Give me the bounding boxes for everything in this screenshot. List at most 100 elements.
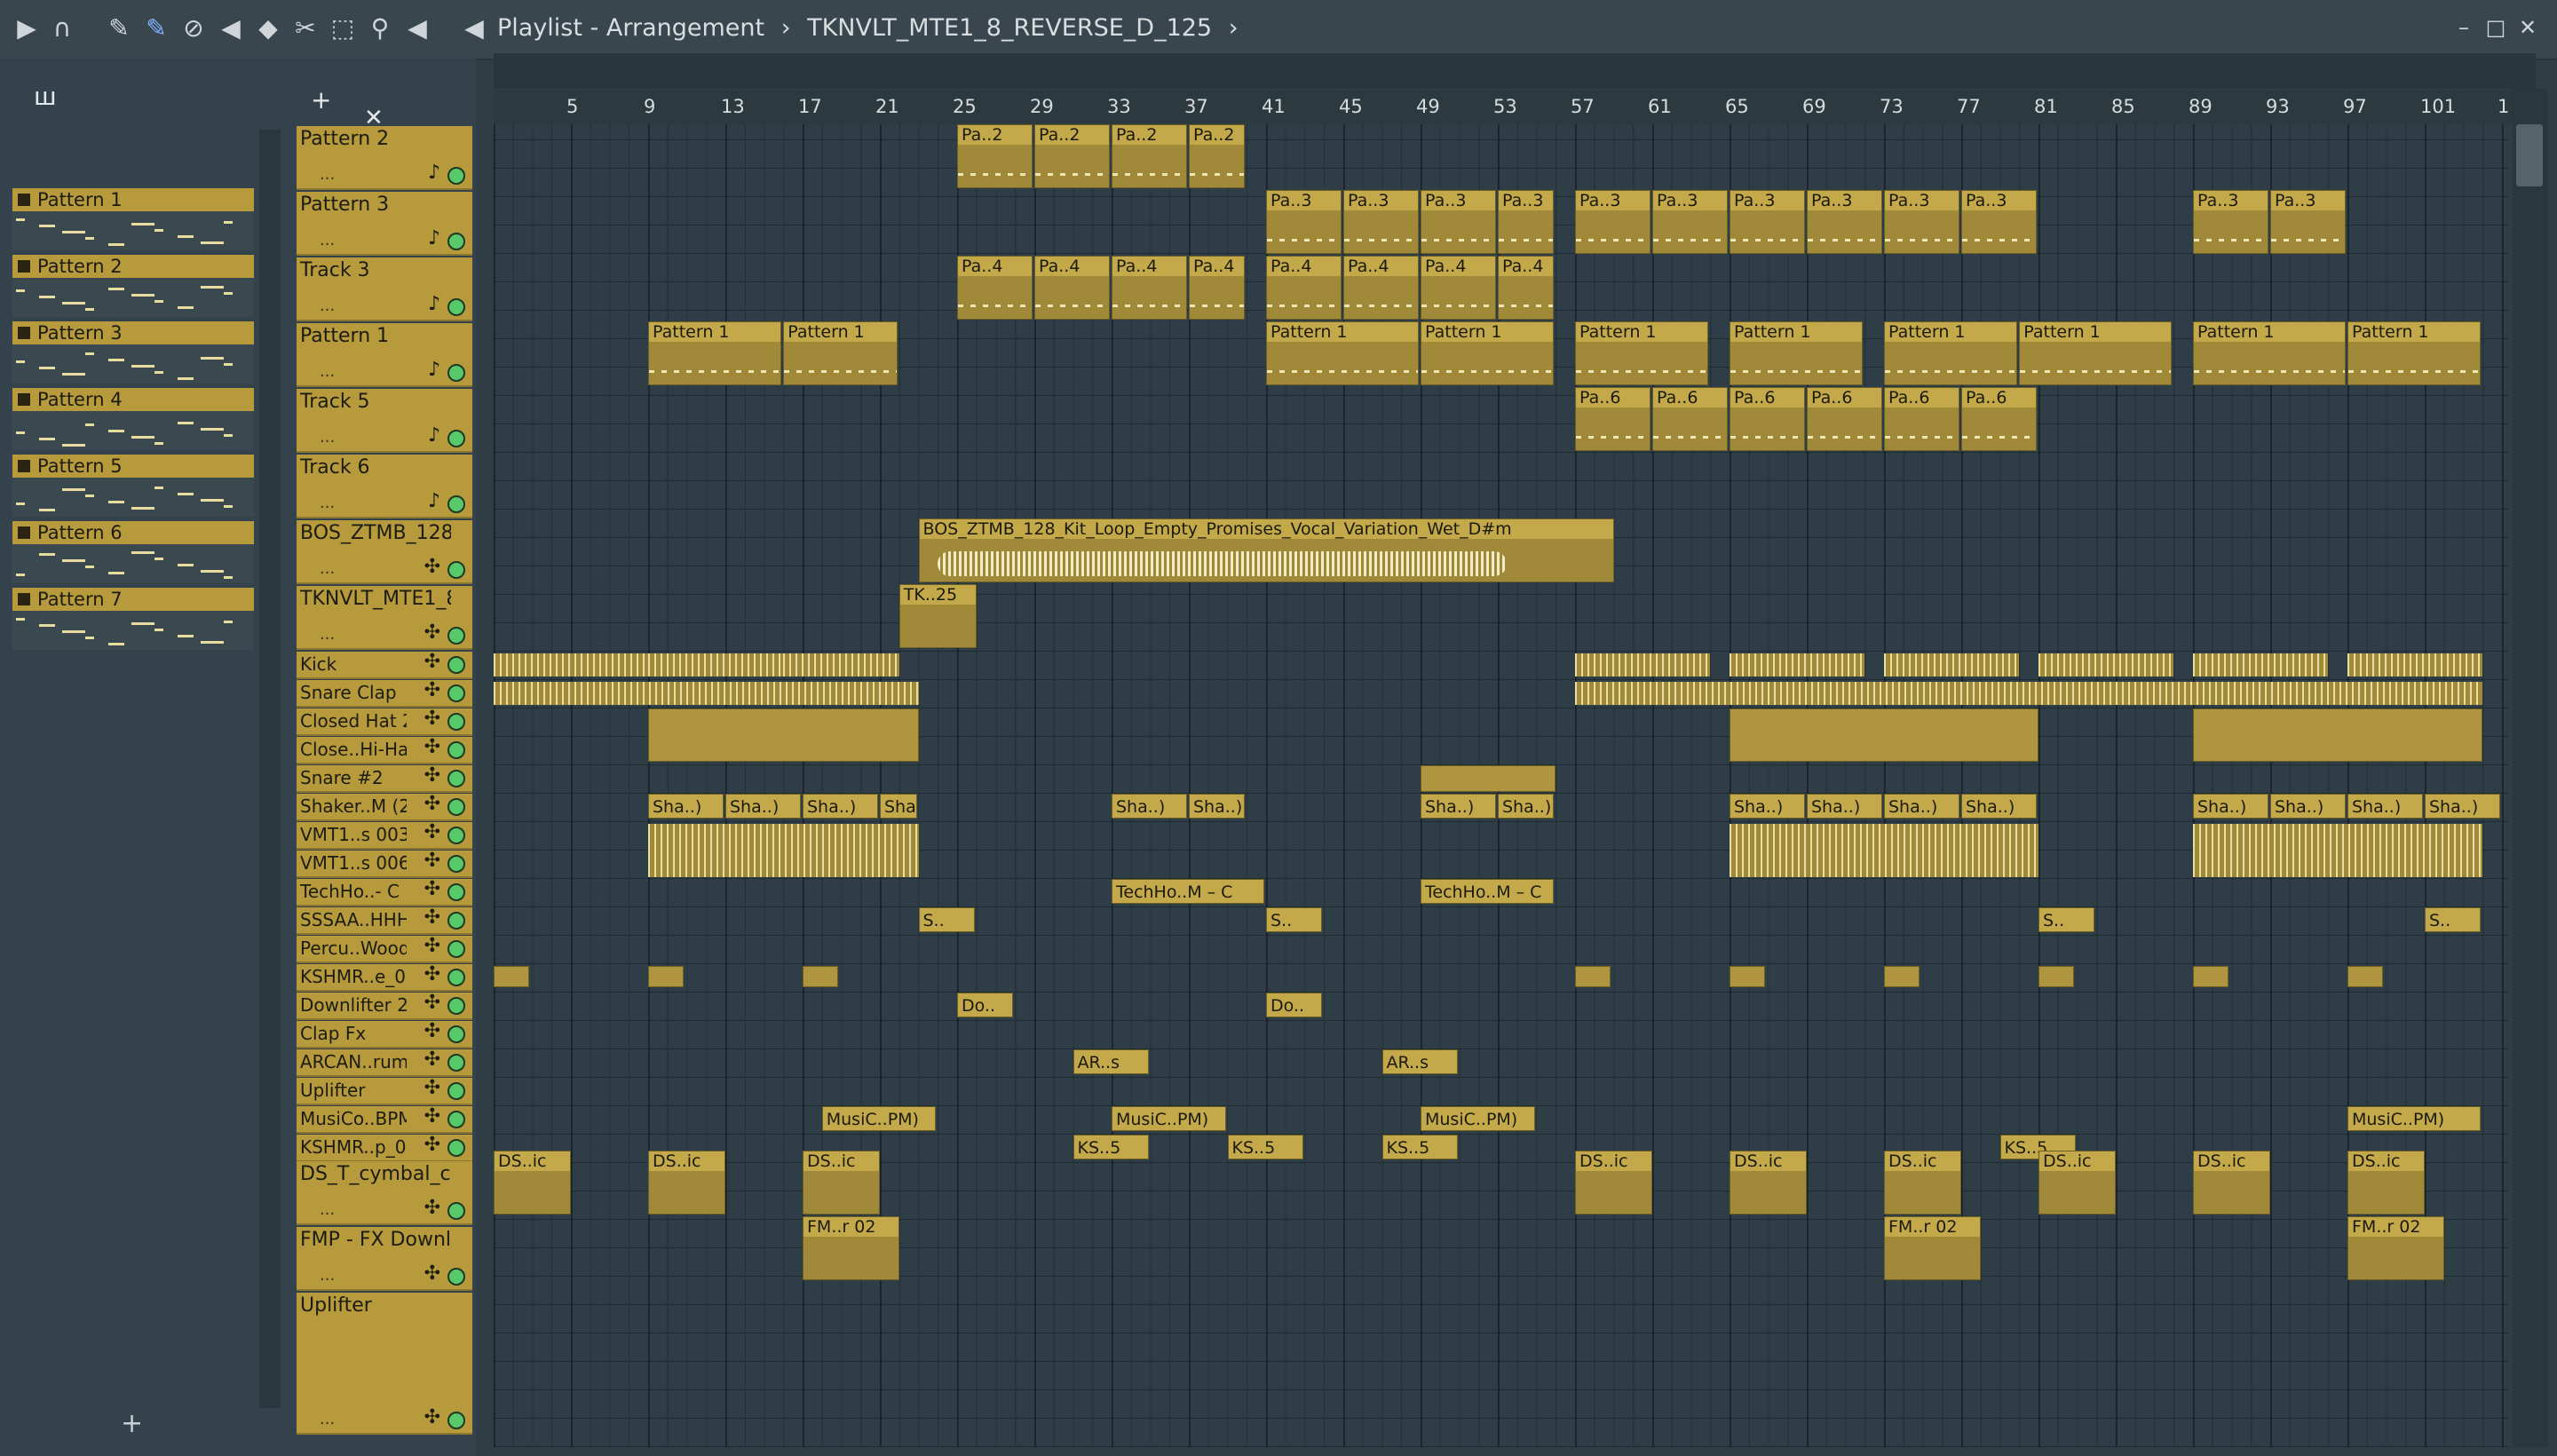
sample-clip[interactable] bbox=[648, 708, 919, 762]
pattern-clip[interactable]: Pa..3 bbox=[1498, 190, 1555, 254]
drum-clip[interactable] bbox=[1730, 824, 2038, 877]
pattern-clip[interactable]: Pa..2 bbox=[1112, 124, 1187, 188]
pattern-clip[interactable]: Pattern 1 bbox=[2347, 321, 2482, 385]
track-header[interactable]: Track 3 ♪... bbox=[297, 257, 472, 321]
zoom-icon[interactable]: ⚲ bbox=[364, 12, 396, 44]
mute-led-icon[interactable] bbox=[447, 364, 465, 382]
sample-clip[interactable] bbox=[2193, 708, 2483, 762]
piano-icon[interactable]: ш bbox=[34, 82, 57, 111]
pattern-clip[interactable]: Pa..3 bbox=[2270, 190, 2346, 254]
maximize-button[interactable]: □ bbox=[2482, 14, 2509, 41]
pattern-clip[interactable]: Pa..2 bbox=[1189, 124, 1246, 188]
track-header[interactable]: Snare Clap ✣ bbox=[297, 679, 472, 708]
sample-clip[interactable]: Sha..) bbox=[1498, 794, 1555, 819]
audio-clip[interactable]: DS..ic bbox=[2193, 1151, 2270, 1215]
track-header[interactable]: MusiCo..BPM) ✣ bbox=[297, 1105, 472, 1134]
pattern-clip[interactable]: Pa..2 bbox=[957, 124, 1033, 188]
scroll-thumb[interactable] bbox=[2516, 124, 2543, 186]
mute-led-icon[interactable] bbox=[447, 1412, 465, 1429]
mute-led-icon[interactable] bbox=[447, 798, 465, 816]
play-arrow-icon[interactable]: ▶ bbox=[11, 12, 43, 44]
pattern-clip[interactable]: Pa..4 bbox=[1266, 256, 1342, 320]
mute-led-icon[interactable] bbox=[447, 1082, 465, 1100]
drum-clip[interactable] bbox=[494, 653, 648, 677]
sample-clip[interactable]: MusiC..PM) bbox=[821, 1106, 937, 1131]
pattern-clip[interactable]: Pa..3 bbox=[1421, 190, 1496, 254]
drum-clip[interactable] bbox=[1575, 653, 1711, 677]
track-header[interactable]: Pattern 3 ♪... bbox=[297, 192, 472, 256]
pattern-item[interactable]: Pattern 7 bbox=[12, 588, 254, 650]
track-header[interactable]: ARCAN..rums ✣ bbox=[297, 1048, 472, 1077]
sample-clip[interactable] bbox=[1730, 708, 2038, 762]
select-icon[interactable]: ⬚ bbox=[327, 12, 359, 44]
track-header[interactable]: Percu..Wood ✣ bbox=[297, 935, 472, 963]
sample-clip[interactable]: S.. bbox=[2038, 907, 2095, 932]
sample-clip[interactable]: TechHo..M – C bbox=[1112, 879, 1264, 904]
sample-clip[interactable]: Sha..) bbox=[1421, 794, 1496, 819]
paint-icon[interactable]: ✎ bbox=[140, 12, 172, 44]
pencil-icon[interactable]: ✎ bbox=[103, 12, 135, 44]
mute-led-icon[interactable] bbox=[447, 969, 465, 986]
track-header[interactable]: TechHo..- C ✣ bbox=[297, 878, 472, 906]
drum-clip[interactable] bbox=[2193, 653, 2329, 677]
pattern-clip[interactable]: Pa..4 bbox=[1034, 256, 1110, 320]
pattern-clip[interactable]: Pa..6 bbox=[1575, 387, 1651, 451]
mute-led-icon[interactable] bbox=[447, 298, 465, 316]
sample-clip[interactable]: AR..s bbox=[1381, 1049, 1458, 1074]
sample-clip[interactable]: Sha..) bbox=[1961, 794, 2037, 819]
audio-clip[interactable]: BOS_ZTMB_128_Kit_Loop_Empty_Promises_Voc… bbox=[918, 518, 1614, 582]
drum-clip[interactable] bbox=[494, 682, 919, 705]
mute-led-icon[interactable] bbox=[447, 233, 465, 250]
audio-clip[interactable]: DS..ic bbox=[1575, 1151, 1652, 1215]
track-header[interactable]: Shaker..M (2) ✣ bbox=[297, 793, 472, 821]
track-header[interactable]: Snare #2 ✣ bbox=[297, 764, 472, 793]
audio-clip[interactable]: FM..r 02 bbox=[1884, 1216, 1981, 1280]
mute-led-icon[interactable] bbox=[447, 713, 465, 731]
drum-clip[interactable] bbox=[1884, 653, 2020, 677]
drum-clip[interactable] bbox=[2193, 824, 2483, 877]
track-header[interactable]: Pattern 1 ♪... bbox=[297, 323, 472, 387]
audio-clip[interactable]: DS..ic bbox=[494, 1151, 571, 1215]
track-header[interactable]: FMP - FX Downlift.. ✣... bbox=[297, 1227, 472, 1291]
track-header[interactable]: TKNVLT_MTE1_8_... ✣... bbox=[297, 586, 472, 650]
track-header[interactable]: Uplifter ✣ bbox=[297, 1077, 472, 1105]
track-header[interactable]: BOS_ZTMB_128_K.. ✣... bbox=[297, 520, 472, 584]
audio-clip[interactable]: FM..r 02 bbox=[803, 1216, 899, 1280]
pattern-clip[interactable]: Pa..4 bbox=[957, 256, 1033, 320]
mute-icon[interactable]: ◀ bbox=[215, 12, 247, 44]
track-header[interactable]: Kick ✣ bbox=[297, 651, 472, 679]
pattern-clip[interactable]: Pa..6 bbox=[1961, 387, 2037, 451]
mute-led-icon[interactable] bbox=[447, 827, 465, 844]
audio-clip[interactable]: DS..ic bbox=[648, 1151, 725, 1215]
mute-led-icon[interactable] bbox=[447, 940, 465, 958]
track-header[interactable]: Close..Hi-Hat ✣ bbox=[297, 736, 472, 764]
one-shot-clip[interactable] bbox=[1730, 966, 1765, 987]
audio-clip[interactable]: DS..ic bbox=[2038, 1151, 2116, 1215]
track-header[interactable]: KSHMR..e_01 ✣ bbox=[297, 963, 472, 992]
audio-clip[interactable]: TK..25 bbox=[899, 584, 977, 648]
sample-clip[interactable]: Sha..) bbox=[2270, 794, 2346, 819]
sample-clip[interactable]: AR..s bbox=[1073, 1049, 1149, 1074]
track-header[interactable]: DS_T_cymbal_cra.. ✣... bbox=[297, 1161, 472, 1225]
audio-clip[interactable]: DS..ic bbox=[1730, 1151, 1807, 1215]
timeline-ruler[interactable]: 5 9 13 17 21 25 29 33 37 41 45 49 53 57 61 65 69 73 77 81 85… bbox=[494, 91, 2518, 124]
track-header[interactable]: KSHMR..p_05 ✣ bbox=[297, 1134, 472, 1162]
breadcrumb-arrow[interactable]: › bbox=[1229, 14, 1239, 42]
playlist-overview[interactable] bbox=[494, 53, 2536, 89]
delete-icon[interactable]: ⊘ bbox=[178, 12, 210, 44]
vertical-scrollbar[interactable] bbox=[2513, 89, 2548, 1447]
close-button[interactable]: ✕ bbox=[2514, 14, 2541, 41]
sample-clip[interactable]: Sha..) bbox=[2347, 794, 2423, 819]
one-shot-clip[interactable] bbox=[2347, 966, 2383, 987]
sample-clip[interactable]: Sha..) bbox=[1807, 794, 1882, 819]
audio-clip[interactable]: DS..ic bbox=[803, 1151, 880, 1215]
pattern-clip[interactable]: Pattern 1 bbox=[1266, 321, 1419, 385]
pattern-item[interactable]: Pattern 5 bbox=[12, 455, 254, 517]
mute-led-icon[interactable] bbox=[447, 1139, 465, 1157]
sample-clip[interactable]: Do.. bbox=[1266, 993, 1323, 1017]
pattern-clip[interactable]: Pa..4 bbox=[1498, 256, 1555, 320]
sample-clip[interactable]: S.. bbox=[1266, 907, 1323, 932]
mute-led-icon[interactable] bbox=[447, 770, 465, 787]
pattern-clip[interactable]: Pattern 1 bbox=[783, 321, 898, 385]
playback-icon[interactable]: ◀ bbox=[401, 12, 433, 44]
